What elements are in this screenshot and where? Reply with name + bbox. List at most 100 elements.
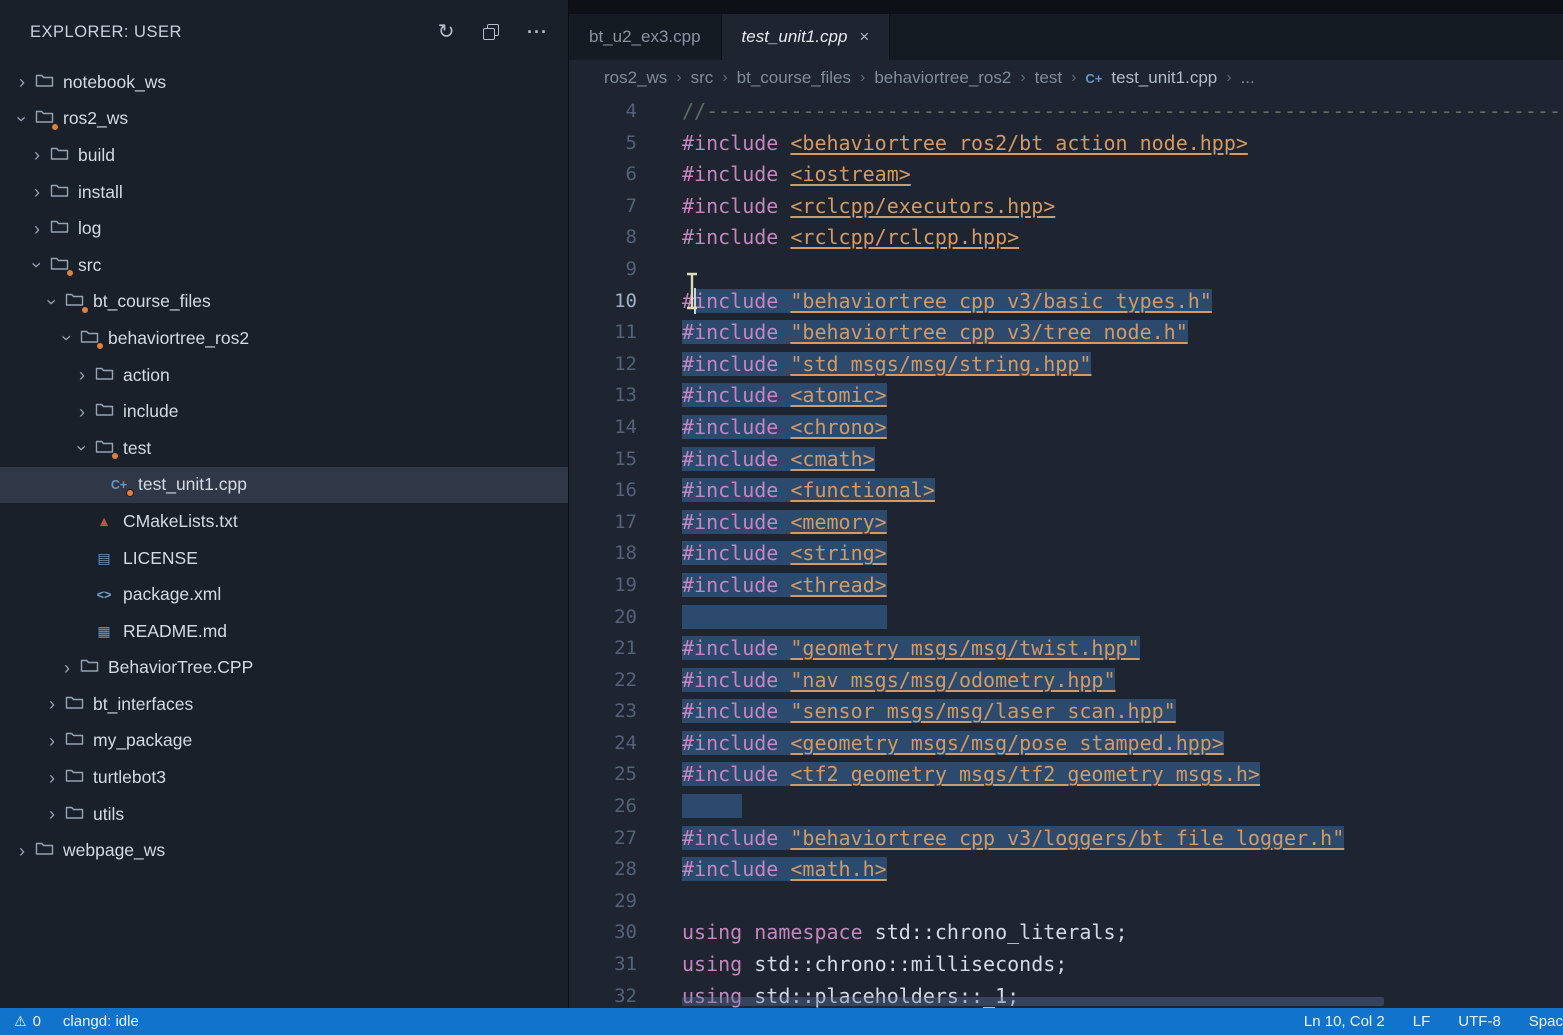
- code-line[interactable]: 21#include "geometry_msgs/msg/twist.hpp": [569, 633, 1563, 665]
- code-content: [682, 791, 742, 823]
- line-number: 30: [569, 917, 637, 949]
- breadcrumb-item-behaviortree-ros2[interactable]: behaviortree_ros2: [874, 68, 1011, 88]
- code-token: "sensor_msgs/msg/laser_scan.hpp": [790, 699, 1175, 723]
- line-number: 19: [569, 570, 637, 602]
- tree-item-notebook-ws[interactable]: ›notebook_ws: [0, 64, 568, 101]
- code-line[interactable]: 22#include "nav_msgs/msg/odometry.hpp": [569, 665, 1563, 697]
- tree-item-log[interactable]: ›log: [0, 210, 568, 247]
- encoding-indicator[interactable]: UTF-8: [1458, 1013, 1501, 1030]
- code-token: <rclcpp/rclcpp.hpp>: [790, 225, 1019, 249]
- code-line[interactable]: 16#include <functional>: [569, 475, 1563, 507]
- cursor-position-label: Ln 10, Col 2: [1304, 1013, 1385, 1030]
- tree-item-test-unit1-cpp[interactable]: C+test_unit1.cpp: [0, 467, 568, 504]
- code-content: #include <string>: [682, 538, 887, 570]
- code-content: #include <rclcpp/rclcpp.hpp>: [682, 222, 1019, 254]
- code-line[interactable]: 25#include <tf2_geometry_msgs/tf2_geomet…: [569, 759, 1563, 791]
- code-line[interactable]: 11#include "behaviortree_cpp_v3/tree_nod…: [569, 317, 1563, 349]
- code-line[interactable]: 13#include <atomic>: [569, 380, 1563, 412]
- code-line[interactable]: 14#include <chrono>: [569, 412, 1563, 444]
- tree-item-label: behaviortree_ros2: [108, 328, 249, 349]
- collapse-folders-icon[interactable]: [483, 24, 499, 40]
- tree-item-label: src: [78, 255, 101, 276]
- code-line[interactable]: 6#include <iostream>: [569, 159, 1563, 191]
- breadcrumb-item-test[interactable]: test: [1035, 68, 1062, 88]
- problems-indicator[interactable]: ⚠0: [14, 1013, 41, 1030]
- tree-item-package-xml[interactable]: <>package.xml: [0, 576, 568, 613]
- chevron-right-icon: ›: [1020, 69, 1025, 87]
- code-token: "behaviortree_cpp_v3/basic_types.h": [790, 289, 1211, 313]
- tree-item-ros2-ws[interactable]: ›ros2_ws: [0, 101, 568, 138]
- clangd-status[interactable]: clangd: idle: [63, 1013, 139, 1030]
- tree-item-my-package[interactable]: ›my_package: [0, 723, 568, 760]
- eol-indicator[interactable]: LF: [1413, 1013, 1431, 1030]
- breadcrumb-item-bt-course-files[interactable]: bt_course_files: [737, 68, 851, 88]
- code-line[interactable]: 9: [569, 254, 1563, 286]
- chevron-right-icon: ›: [722, 69, 727, 87]
- code-line[interactable]: 19#include <thread>: [569, 570, 1563, 602]
- tree-item-test[interactable]: ›test: [0, 430, 568, 467]
- tree-item-bt-course-files[interactable]: ›bt_course_files: [0, 284, 568, 321]
- cursor-position[interactable]: Ln 10, Col 2: [1304, 1013, 1385, 1030]
- code-line[interactable]: 23#include "sensor_msgs/msg/laser_scan.h…: [569, 696, 1563, 728]
- breadcrumb-overflow[interactable]: ...: [1241, 68, 1255, 88]
- tree-item-label: utils: [93, 804, 124, 825]
- mouse-cursor-ibeam: [683, 272, 701, 310]
- refresh-icon[interactable]: ↻: [438, 22, 455, 42]
- close-icon[interactable]: ×: [859, 27, 869, 47]
- code-line[interactable]: 15#include <cmath>: [569, 444, 1563, 476]
- tree-item-behaviortree-cpp[interactable]: ›BehaviorTree.CPP: [0, 650, 568, 687]
- horizontal-scrollbar[interactable]: [682, 997, 1384, 1006]
- code-editor[interactable]: 4//-------------------------------------…: [569, 96, 1563, 1008]
- tree-item-turtlebot3[interactable]: ›turtlebot3: [0, 759, 568, 796]
- code-line[interactable]: 7#include <rclcpp/executors.hpp>: [569, 191, 1563, 223]
- tree-item-readme-md[interactable]: ▦README.md: [0, 613, 568, 650]
- code-line[interactable]: 17#include <memory>: [569, 507, 1563, 539]
- code-line[interactable]: 29: [569, 886, 1563, 918]
- chevron-right-icon: ›: [72, 403, 92, 421]
- breadcrumb-item-ros2-ws[interactable]: ros2_ws: [604, 68, 667, 88]
- code-line[interactable]: 24#include <geometry_msgs/msg/pose_stamp…: [569, 728, 1563, 760]
- tree-item-license[interactable]: ▤LICENSE: [0, 540, 568, 577]
- chevron-down-icon: ›: [28, 255, 46, 275]
- warning-icon: ⚠: [14, 1013, 27, 1030]
- code-line[interactable]: 18#include <string>: [569, 538, 1563, 570]
- chevron-down-icon: ›: [43, 292, 61, 312]
- tree-item-install[interactable]: ›install: [0, 174, 568, 211]
- code-line[interactable]: 5#include <behaviortree_ros2/bt_action_n…: [569, 128, 1563, 160]
- code-line[interactable]: 30using namespace std::chrono_literals;: [569, 917, 1563, 949]
- code-line[interactable]: 27#include "behaviortree_cpp_v3/loggers/…: [569, 823, 1563, 855]
- code-token: <cmath>: [790, 447, 874, 471]
- tree-item-webpage-ws[interactable]: ›webpage_ws: [0, 832, 568, 869]
- tree-item-behaviortree-ros2[interactable]: ›behaviortree_ros2: [0, 320, 568, 357]
- tab-bt-u2-ex3-cpp[interactable]: bt_u2_ex3.cpp: [569, 14, 722, 60]
- line-number: 26: [569, 791, 637, 823]
- encoding-indicator-label: UTF-8: [1458, 1013, 1501, 1030]
- code-line[interactable]: 8#include <rclcpp/rclcpp.hpp>: [569, 222, 1563, 254]
- tree-item-src[interactable]: › src: [0, 247, 568, 284]
- code-content: [682, 602, 887, 634]
- code-line[interactable]: 31using std::chrono::milliseconds;: [569, 949, 1563, 981]
- breadcrumb: ros2_ws›src›bt_course_files›behaviortree…: [569, 60, 1563, 96]
- code-line[interactable]: 4//-------------------------------------…: [569, 96, 1563, 128]
- modified-dot: [111, 452, 119, 460]
- code-token: #include: [682, 320, 790, 344]
- tab-test-unit1-cpp[interactable]: test_unit1.cpp×: [722, 14, 891, 60]
- code-line[interactable]: 20: [569, 602, 1563, 634]
- code-token: <math.h>: [790, 857, 886, 881]
- code-token: <behaviortree_ros2/bt_action_node.hpp>: [790, 131, 1248, 155]
- breadcrumb-item-src[interactable]: src: [691, 68, 714, 88]
- code-line[interactable]: 10#include "behaviortree_cpp_v3/basic_ty…: [569, 286, 1563, 318]
- breadcrumb-item-file[interactable]: test_unit1.cpp: [1111, 68, 1217, 88]
- tree-item-utils[interactable]: ›utils: [0, 796, 568, 833]
- indentation-indicator[interactable]: Spac: [1529, 1013, 1563, 1030]
- code-line[interactable]: 12#include "std_msgs/msg/string.hpp": [569, 349, 1563, 381]
- tree-item-include[interactable]: ›include: [0, 393, 568, 430]
- more-actions-icon[interactable]: ···: [527, 23, 548, 41]
- tree-item-bt-interfaces[interactable]: ›bt_interfaces: [0, 686, 568, 723]
- tree-item-action[interactable]: ›action: [0, 357, 568, 394]
- code-line[interactable]: 28#include <math.h>: [569, 854, 1563, 886]
- code-line[interactable]: 26: [569, 791, 1563, 823]
- tree-item-cmakelists-txt[interactable]: ▲CMakeLists.txt: [0, 503, 568, 540]
- tree-item-build[interactable]: ›build: [0, 137, 568, 174]
- line-number: 29: [569, 886, 637, 918]
